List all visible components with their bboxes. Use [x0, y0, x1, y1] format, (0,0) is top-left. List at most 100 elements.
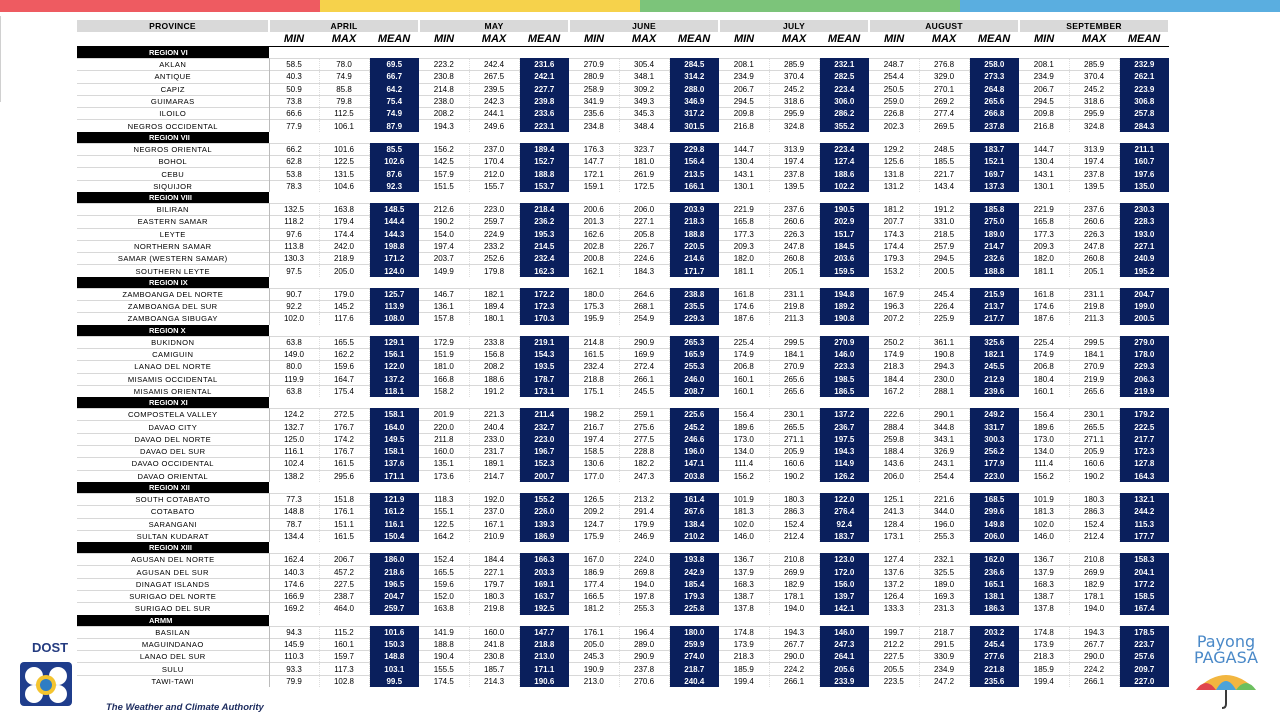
top-bar-green [640, 0, 960, 12]
province-name: DAVAO DEL SUR [77, 445, 270, 458]
stat-header: MEAN [969, 32, 1020, 47]
max-value-cell: 169.9 [619, 347, 670, 361]
min-value-cell: 118.2 [269, 215, 320, 229]
min-value-cell: 208.1 [1019, 57, 1070, 71]
min-value-cell: 131.8 [869, 167, 920, 181]
stat-header: MAX [1069, 32, 1120, 47]
mean-value-cell: 195.2 [1119, 264, 1170, 277]
max-value-cell: 226.4 [919, 300, 970, 313]
max-value-cell: 261.9 [619, 167, 670, 181]
max-value-cell: 309.2 [619, 82, 670, 96]
min-value-cell: 146.7 [419, 287, 470, 301]
min-value-cell: 167.2 [869, 384, 920, 398]
region-label: REGION VIII [77, 191, 269, 204]
min-value-cell: 180.0 [569, 287, 620, 301]
mean-value-cell: 193.8 [669, 553, 720, 566]
max-value-cell: 74.9 [319, 70, 370, 84]
mean-value-cell: 218.3 [669, 215, 720, 229]
min-value-cell: 156.2 [419, 142, 470, 156]
mean-value-cell: 135.0 [1119, 179, 1170, 192]
mean-value-cell: 199.0 [1119, 300, 1170, 313]
max-value-cell: 325.5 [919, 565, 970, 579]
stat-header: MAX [619, 32, 670, 47]
min-value-cell: 156.2 [1019, 469, 1070, 482]
mean-value-cell: 197.5 [819, 432, 870, 446]
min-value-cell: 133.3 [869, 602, 920, 615]
mean-value-cell: 127.4 [819, 155, 870, 168]
max-value-cell: 219.8 [769, 300, 820, 313]
min-value-cell: 156.4 [719, 408, 770, 421]
left-divider [0, 16, 1, 102]
min-value-cell: 174.5 [419, 674, 470, 688]
min-value-cell: 174.6 [1019, 300, 1070, 313]
min-value-cell: 181.1 [719, 264, 770, 277]
min-value-cell: 137.9 [719, 565, 770, 579]
mean-value-cell: 179.2 [1119, 408, 1170, 421]
mean-value-cell: 144.3 [369, 227, 420, 241]
mean-value-cell: 277.6 [969, 650, 1020, 663]
max-value-cell: 245.2 [769, 82, 820, 96]
min-value-cell: 209.8 [1019, 107, 1070, 120]
max-value-cell: 78.0 [319, 57, 370, 71]
max-value-cell: 295.6 [319, 469, 370, 482]
mean-value-cell: 255.3 [669, 360, 720, 374]
max-value-cell: 155.7 [469, 179, 520, 192]
min-value-cell: 206.8 [719, 360, 770, 374]
mean-value-cell: 282.5 [819, 70, 870, 84]
max-value-cell: 290.1 [919, 408, 970, 421]
mean-value-cell: 171.7 [669, 264, 720, 277]
min-value-cell: 234.9 [719, 70, 770, 84]
max-value-cell: 290.9 [619, 650, 670, 663]
min-value-cell: 199.4 [719, 674, 770, 688]
mean-value-cell: 275.0 [969, 215, 1020, 229]
min-value-cell: 181.0 [419, 360, 470, 374]
mean-value-cell: 158.3 [1119, 553, 1170, 566]
min-value-cell: 155.5 [419, 662, 470, 676]
min-value-cell: 161.8 [719, 287, 770, 301]
min-value-cell: 238.0 [419, 94, 470, 108]
mean-value-cell: 249.2 [969, 408, 1020, 421]
min-value-cell: 146.0 [1019, 529, 1070, 543]
max-value-cell: 313.9 [769, 142, 820, 156]
min-value-cell: 341.9 [569, 94, 620, 108]
mean-value-cell: 222.5 [1119, 420, 1170, 434]
province-name: AKLAN [77, 57, 270, 71]
max-value-cell: 104.6 [319, 179, 370, 192]
mean-value-cell: 148.5 [369, 202, 420, 216]
province-name: NORTHERN SAMAR [77, 239, 270, 253]
mean-value-cell: 125.7 [369, 287, 420, 301]
mean-value-cell: 188.8 [669, 227, 720, 241]
min-value-cell: 73.8 [269, 94, 320, 108]
mean-value-cell: 203.2 [969, 625, 1020, 639]
max-value-cell: 233.0 [469, 432, 520, 446]
mean-value-cell: 229.3 [1119, 360, 1170, 374]
min-value-cell: 160.1 [1019, 384, 1070, 398]
max-value-cell: 226.7 [619, 239, 670, 253]
min-value-cell: 223.2 [419, 57, 470, 71]
min-value-cell: 241.3 [869, 505, 920, 518]
province-name: CAMIGUIN [77, 347, 270, 361]
region-row: REGION X [77, 324, 1169, 337]
max-value-cell: 361.1 [919, 335, 970, 349]
region-row: REGION IX [77, 276, 1169, 289]
table-row: DAVAO DEL NORTE 125.0 174.2 149.5 211.8 233.0… [77, 432, 1170, 446]
max-value-cell: 254.9 [619, 312, 670, 325]
max-value-cell: 159.6 [319, 360, 370, 374]
min-value-cell: 50.9 [269, 82, 320, 96]
min-value-cell: 209.8 [719, 107, 770, 120]
province-name: SOUTH COTABATO [77, 492, 270, 506]
mean-value-cell: 264.8 [969, 82, 1020, 96]
min-value-cell: 159.6 [419, 577, 470, 591]
province-name: MISAMIS OCCIDENTAL [77, 372, 270, 386]
mean-value-cell: 210.2 [669, 529, 720, 543]
mean-value-cell: 306.0 [819, 94, 870, 108]
max-value-cell: 242.4 [469, 57, 520, 71]
max-value-cell: 231.7 [469, 445, 520, 458]
min-value-cell: 174.9 [1019, 347, 1070, 361]
min-value-cell: 173.1 [869, 529, 920, 543]
max-value-cell: 79.8 [319, 94, 370, 108]
min-value-cell: 155.1 [419, 505, 470, 518]
max-value-cell: 227.5 [319, 577, 370, 591]
min-value-cell: 125.6 [869, 155, 920, 168]
min-value-cell: 157.8 [419, 312, 470, 325]
